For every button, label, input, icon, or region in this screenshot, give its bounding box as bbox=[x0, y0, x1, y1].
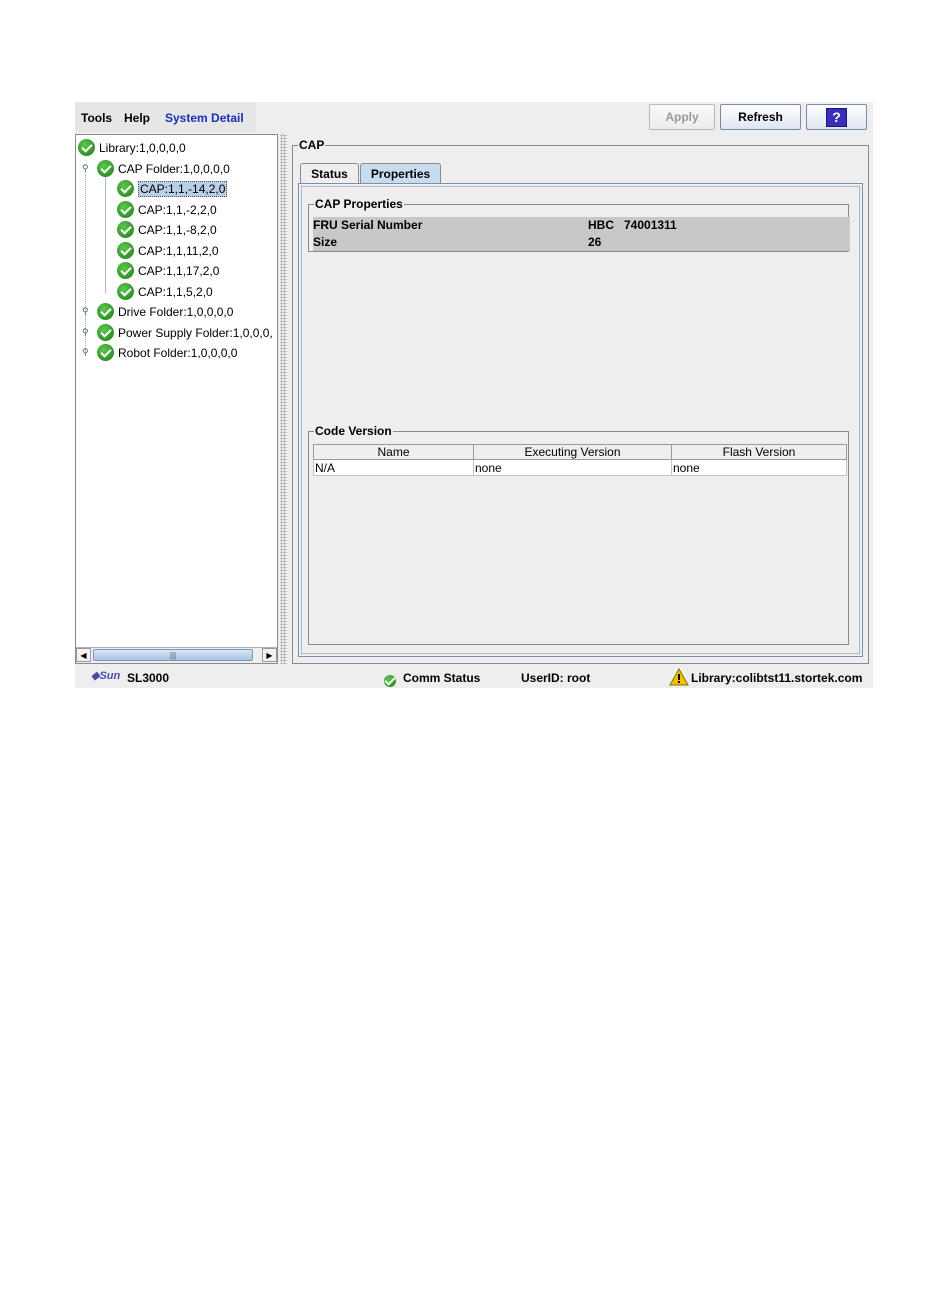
tree-node-label: CAP:1,1,11,2,0 bbox=[138, 243, 219, 258]
tree-node-label: CAP:1,1,5,2,0 bbox=[138, 284, 213, 299]
green-check-icon bbox=[384, 675, 396, 687]
comm-status-icon bbox=[384, 672, 400, 687]
tree-node-label-selected: CAP:1,1,-14,2,0 bbox=[138, 180, 228, 197]
tree-node-label: CAP:1,1,-2,2,0 bbox=[138, 202, 217, 217]
tree-node-library[interactable]: Library:1,0,0,0,0 bbox=[78, 138, 186, 157]
tree-node-cap-3[interactable]: CAP:1,1,-8,2,0 bbox=[117, 220, 217, 239]
expand-handle-icon[interactable]: ⚲ bbox=[82, 307, 91, 316]
code-version-group: Code Version Name Executing Version Flas… bbox=[308, 424, 849, 645]
cap-properties-group: CAP Properties FRU Serial Number HBC 740… bbox=[308, 197, 850, 252]
product-name: SL3000 bbox=[127, 671, 170, 685]
green-check-icon bbox=[117, 242, 134, 259]
tree-node-cap-4[interactable]: CAP:1,1,11,2,0 bbox=[117, 241, 219, 260]
table-row[interactable]: N/A none none bbox=[313, 459, 847, 476]
code-version-table: Name Executing Version Flash Version N/A… bbox=[313, 444, 847, 476]
property-label: Size bbox=[313, 235, 338, 249]
tree-node-power-supply-folder[interactable]: Power Supply Folder:1,0,0,0, bbox=[97, 323, 273, 342]
navigation-tree: Library:1,0,0,0,0 ⚲ CAP Folder:1,0,0,0,0… bbox=[75, 134, 278, 664]
tree-node-robot-folder[interactable]: Robot Folder:1,0,0,0,0 bbox=[97, 343, 237, 362]
tree-node-label: Robot Folder:1,0,0,0,0 bbox=[118, 345, 238, 360]
tree-node-label: CAP:1,1,17,2,0 bbox=[138, 263, 220, 278]
tree-node-cap-folder[interactable]: CAP Folder:1,0,0,0,0 bbox=[97, 159, 230, 178]
table-cell: none bbox=[671, 459, 847, 476]
code-version-legend: Code Version bbox=[314, 424, 393, 438]
menu-bar: Tools Help System Detail bbox=[75, 102, 256, 132]
tree-line bbox=[105, 175, 106, 293]
tab-properties[interactable]: Properties bbox=[360, 163, 441, 183]
refresh-button[interactable]: Refresh bbox=[720, 104, 801, 130]
warning-triangle-icon bbox=[669, 667, 689, 689]
scroll-left-icon[interactable]: ◀ bbox=[76, 648, 91, 662]
tree-horizontal-scrollbar[interactable]: ◀ ||| ▶ bbox=[76, 647, 277, 663]
split-pane-divider[interactable] bbox=[280, 134, 287, 664]
help-button[interactable]: ? bbox=[806, 104, 867, 130]
property-row: FRU Serial Number HBC 74001311 bbox=[313, 217, 850, 234]
status-bar: ◆Sun SL3000 Comm Status UserID: root Lib… bbox=[75, 667, 873, 688]
property-value: 26 bbox=[588, 235, 602, 249]
user-id: UserID: root bbox=[521, 671, 591, 685]
menu-system-detail[interactable]: System Detail bbox=[165, 111, 244, 125]
tree-node-drive-folder[interactable]: Drive Folder:1,0,0,0,0 bbox=[97, 302, 233, 321]
tree-node-cap-1[interactable]: CAP:1,1,-14,2,0 bbox=[117, 179, 228, 198]
tree-node-label: Power Supply Folder:1,0,0,0, bbox=[118, 325, 273, 340]
green-check-icon bbox=[78, 139, 95, 156]
scroll-thumb[interactable]: ||| bbox=[93, 649, 253, 661]
tree-node-cap-6[interactable]: CAP:1,1,5,2,0 bbox=[117, 282, 213, 301]
menu-tools[interactable]: Tools bbox=[81, 111, 112, 125]
green-check-icon bbox=[97, 303, 114, 320]
table-cell: N/A bbox=[313, 459, 474, 476]
tree-node-label: Drive Folder:1,0,0,0,0 bbox=[118, 304, 234, 319]
brand-text: Sun bbox=[99, 670, 121, 682]
column-header-flash-version[interactable]: Flash Version bbox=[671, 444, 847, 460]
tree-node-label: Library:1,0,0,0,0 bbox=[99, 140, 186, 155]
menu-help[interactable]: Help bbox=[124, 111, 150, 125]
tree-node-cap-5[interactable]: CAP:1,1,17,2,0 bbox=[117, 261, 219, 280]
application-window: Tools Help System Detail Apply Refresh ?… bbox=[75, 102, 873, 688]
green-check-icon bbox=[97, 344, 114, 361]
property-row: Size 26 bbox=[313, 234, 850, 251]
table-header-row: Name Executing Version Flash Version bbox=[313, 444, 847, 460]
panel-title: CAP bbox=[298, 138, 326, 152]
green-check-icon bbox=[117, 262, 134, 279]
table-cell: none bbox=[473, 459, 672, 476]
tree-node-label: CAP Folder:1,0,0,0,0 bbox=[118, 161, 230, 176]
column-header-name[interactable]: Name bbox=[313, 444, 474, 460]
column-header-executing-version[interactable]: Executing Version bbox=[473, 444, 672, 460]
cap-detail-panel: CAP Status Properties CAP Properties FRU… bbox=[292, 138, 869, 664]
expand-handle-icon[interactable]: ⚲ bbox=[82, 348, 91, 357]
scroll-right-icon[interactable]: ▶ bbox=[262, 648, 277, 662]
green-check-icon bbox=[117, 201, 134, 218]
tab-content-inner: CAP Properties FRU Serial Number HBC 740… bbox=[301, 186, 860, 654]
comm-status: Comm Status bbox=[403, 671, 481, 685]
green-check-icon bbox=[97, 160, 114, 177]
scroll-grip-icon: ||| bbox=[169, 650, 177, 660]
expand-handle-icon[interactable]: ⚲ bbox=[82, 164, 91, 173]
property-value: HBC 74001311 bbox=[588, 218, 677, 232]
property-label: FRU Serial Number bbox=[313, 218, 423, 232]
tab-content: CAP Properties FRU Serial Number HBC 740… bbox=[298, 183, 863, 657]
apply-button[interactable]: Apply bbox=[649, 104, 715, 130]
green-check-icon bbox=[117, 283, 134, 300]
help-icon: ? bbox=[826, 107, 847, 127]
green-check-icon bbox=[117, 180, 134, 197]
sun-logo-icon: ◆Sun bbox=[91, 670, 121, 682]
tree-node-cap-2[interactable]: CAP:1,1,-2,2,0 bbox=[117, 200, 217, 219]
green-check-icon bbox=[117, 221, 134, 238]
library-host: Library:colibtst11.stortek.com bbox=[691, 671, 863, 685]
expand-handle-icon[interactable]: ⚲ bbox=[82, 328, 91, 337]
tab-status[interactable]: Status bbox=[300, 163, 359, 183]
green-check-icon bbox=[97, 324, 114, 341]
tree-node-label: CAP:1,1,-8,2,0 bbox=[138, 222, 217, 237]
cap-properties-legend: CAP Properties bbox=[314, 197, 404, 211]
